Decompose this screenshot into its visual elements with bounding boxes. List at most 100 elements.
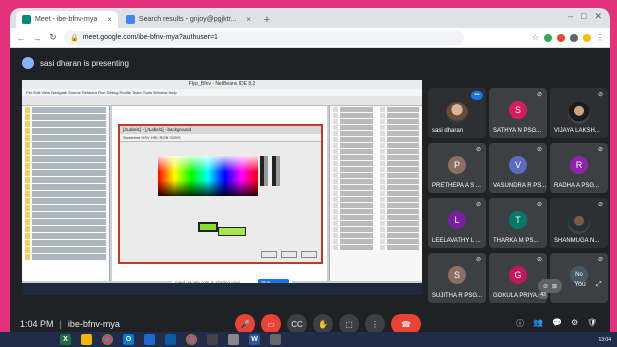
participant-avatar: S — [448, 266, 466, 284]
preview-sample — [218, 227, 246, 236]
participant-tile[interactable]: R ⊘ RADHA A PSG... — [550, 143, 608, 193]
participant-avatar: T — [509, 211, 527, 229]
participant-grid: ••• sasi dharan S ⊘ SATHYA N PSG... ⊘ VI… — [428, 88, 608, 310]
puzzle-icon[interactable] — [570, 33, 578, 42]
mic-off-icon: ⊘ — [537, 202, 543, 208]
participant-avatar: G — [509, 266, 527, 284]
self-view-pill[interactable]: ⊘ ⊠ — [538, 279, 563, 293]
leave-call-button[interactable]: ☎ — [391, 314, 421, 334]
ide-palette — [329, 106, 422, 281]
chrome-icon[interactable] — [186, 334, 197, 345]
participant-tile[interactable]: T ⊘ THARKA M PS... — [489, 198, 547, 248]
participant-avatar: V — [509, 156, 527, 174]
raise-hand-button[interactable]: ✋ — [313, 314, 333, 334]
ide-toolbar — [22, 96, 422, 106]
meeting-code: ibe-bfnv-mya — [67, 319, 120, 329]
host-controls-icon[interactable]: 🛡 — [587, 318, 597, 329]
participant-tile[interactable]: ⊘ VIJAYA LAKSH... — [550, 88, 608, 138]
camera-toggle-button[interactable]: ▭ — [261, 314, 281, 334]
address-bar: ← → ↻ 🔒 meet.google.com/ibe-bfnv-mya?aut… — [10, 28, 610, 48]
meet-icon — [22, 15, 31, 24]
people-icon[interactable]: 👥 — [533, 318, 543, 329]
more-options-button[interactable]: ⋮ — [365, 314, 385, 334]
search-tab-icon — [125, 15, 135, 24]
shared-screen: Flyp_Bfnv - NetBeans IDE 8.2 File Edit V… — [22, 80, 422, 295]
close-icon[interactable]: × — [246, 15, 251, 24]
word-icon[interactable]: W — [249, 334, 260, 345]
outlook-icon[interactable]: O — [123, 334, 134, 345]
minimize-icon[interactable]: – — [568, 11, 573, 22]
mic-off-icon: ⊘ — [476, 147, 482, 153]
captions-button[interactable]: CC — [287, 314, 307, 334]
close-icon[interactable]: × — [107, 15, 112, 24]
file-explorer-icon[interactable] — [81, 334, 92, 345]
dialog-title: [JLabel1] - [JLabel1] - background — [120, 126, 321, 134]
tab-search[interactable]: Search results - gnjoy@pgjktr... × — [120, 11, 257, 28]
maximize-icon[interactable]: □ — [581, 11, 586, 22]
separator: | — [59, 319, 62, 329]
mic-off-icon: ⊘ — [537, 147, 543, 153]
system-clock: 13:04 — [598, 336, 611, 343]
color-swatches — [158, 156, 258, 196]
ide-project-tree — [22, 106, 110, 281]
extension-icon[interactable] — [544, 33, 552, 42]
participant-photo — [568, 212, 590, 234]
participant-avatar: P — [448, 156, 466, 174]
mic-off-icon: ⊘ — [537, 257, 543, 263]
meeting-time: 1:04 PM — [20, 319, 54, 329]
expand-icon[interactable]: ⤢ — [596, 281, 602, 289]
participant-tile[interactable]: P ⊘ PRETHEPA A S ... — [428, 143, 486, 193]
netbeans-icon[interactable] — [144, 334, 155, 345]
participant-name: SATHYA N PSG... — [493, 128, 542, 134]
participant-tile[interactable]: V ⊘ VASUNDRA R PS... — [489, 143, 547, 193]
color-chooser-dialog: [JLabel1] - [JLabel1] - background Swatc… — [118, 124, 323, 264]
app-icon[interactable] — [228, 334, 239, 345]
tab-meet[interactable]: Meet - ibe-bfnv-mya × — [16, 11, 118, 28]
menu-icon[interactable]: ⋮ — [596, 33, 604, 42]
participant-tile[interactable]: L ⊘ LEELAVATHY L ... — [428, 198, 486, 248]
edge-icon[interactable] — [165, 334, 176, 345]
new-tab-button[interactable]: + — [259, 11, 275, 28]
participant-count-badge: 43 — [538, 292, 548, 299]
participant-tile[interactable]: ••• sasi dharan — [428, 88, 486, 138]
participant-tile[interactable]: No ⊘ — [550, 253, 608, 303]
participant-name: SUJITHA R PSG... — [432, 293, 483, 299]
shared-taskbar — [22, 283, 422, 295]
participant-name: LEELAVATHY L ... — [432, 238, 481, 244]
present-button[interactable]: ⬚ — [339, 314, 359, 334]
participant-tile[interactable]: S ⊘ SUJITHA R PSG... — [428, 253, 486, 303]
mic-off-icon: ⊘ — [598, 202, 604, 208]
presenting-text: sasi dharan is presenting — [40, 58, 129, 68]
reload-icon[interactable]: ↻ — [48, 32, 58, 43]
camera-off-icon: ⊠ — [552, 283, 558, 290]
mic-off-icon: ⊘ — [598, 147, 604, 153]
back-icon[interactable]: ← — [16, 33, 26, 43]
mic-off-icon: ⊘ — [598, 257, 604, 263]
mic-toggle-button[interactable]: 🎤 — [235, 314, 255, 334]
chrome-icon[interactable] — [102, 334, 113, 345]
excel-icon[interactable]: X — [60, 334, 71, 345]
mic-off-icon: ⊘ — [543, 283, 549, 290]
app-icon[interactable] — [270, 334, 281, 345]
dialog-button — [281, 251, 297, 258]
participant-name: GOKULA PRIYA... — [493, 293, 542, 299]
activities-icon[interactable]: ⚙ — [571, 318, 578, 329]
url-field[interactable]: 🔒 meet.google.com/ibe-bfnv-mya?authuser=… — [64, 30, 464, 45]
participant-tile[interactable]: S ⊘ SATHYA N PSG... — [489, 88, 547, 138]
call-controls: 🎤 ▭ CC ✋ ⬚ ⋮ ☎ — [235, 314, 421, 334]
speaking-indicator-icon: ••• — [471, 91, 483, 100]
participant-name: sasi dharan — [432, 128, 464, 134]
mic-off-icon: ⊘ — [476, 202, 482, 208]
chat-icon[interactable]: 💬 — [552, 318, 562, 329]
bookmark-star-icon[interactable]: ☆ — [532, 33, 539, 42]
window-close-icon[interactable]: ✕ — [594, 11, 602, 22]
participant-name: SHANMUGA N... — [554, 238, 600, 244]
info-icon[interactable]: ⓘ — [516, 318, 524, 329]
app-icon[interactable] — [207, 334, 218, 345]
profile-avatar[interactable] — [583, 33, 591, 42]
extension-icon[interactable] — [557, 33, 565, 42]
mic-off-icon: ⊘ — [598, 92, 604, 98]
dialog-button — [261, 251, 277, 258]
forward-icon[interactable]: → — [32, 33, 42, 43]
participant-tile[interactable]: ⊘ SHANMUGA N... — [550, 198, 608, 248]
